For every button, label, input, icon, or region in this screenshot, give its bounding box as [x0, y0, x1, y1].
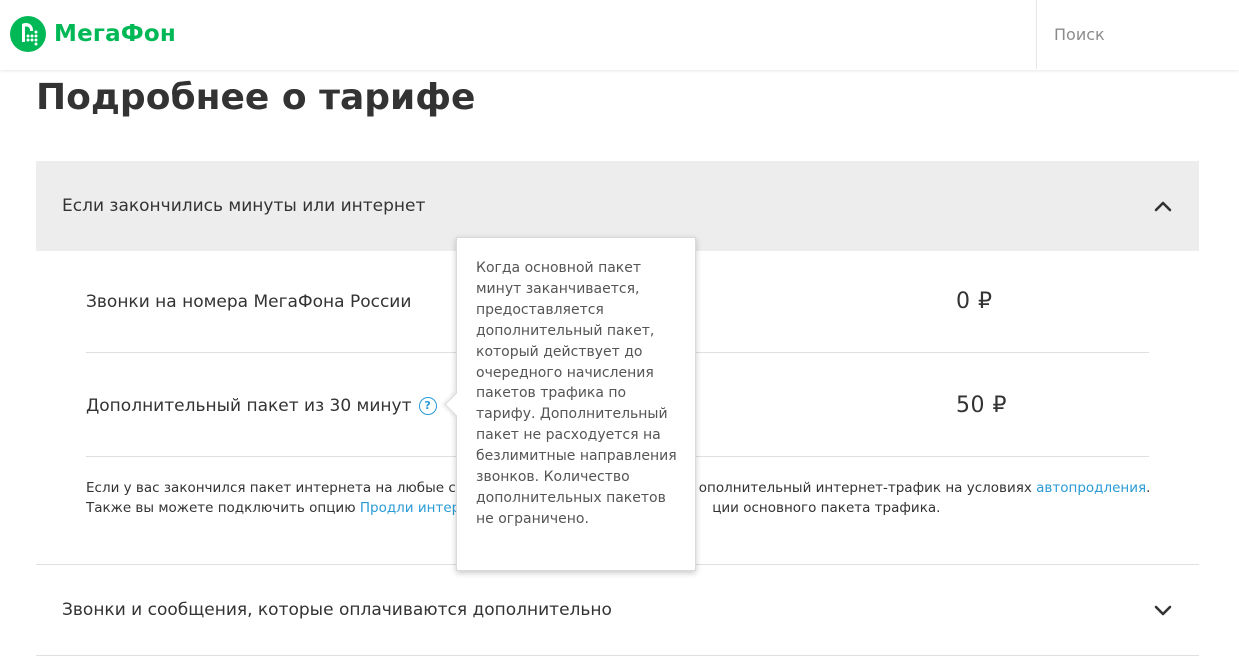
megafon-logo-icon: [10, 16, 46, 52]
accordion-title: Звонки и сообщения, которые оплачиваются…: [62, 600, 612, 620]
tooltip-text: Когда основной пакет минут заканчивается…: [476, 260, 677, 527]
row-label: Дополнительный пакет из 30 минут: [86, 395, 412, 416]
prodli-internet-link[interactable]: Продли интер: [360, 500, 460, 516]
help-tooltip: Когда основной пакет минут заканчивается…: [444, 237, 696, 571]
row-label-wrapper: Дополнительный пакет из 30 минут ?: [86, 396, 437, 416]
accordion-title: Если закончились минуты или интернет: [62, 196, 426, 216]
note-text: ополнительный интернет-трафик на условия…: [698, 480, 1037, 496]
row-price: 0 ₽: [956, 289, 993, 314]
site-header: МегаФон: [0, 0, 1239, 70]
question-icon[interactable]: ?: [418, 396, 437, 415]
megafon-logo[interactable]: МегаФон: [10, 14, 176, 54]
accordion-header-paid-calls[interactable]: Звонки и сообщения, которые оплачиваются…: [36, 564, 1199, 656]
search-input[interactable]: [1052, 24, 1236, 45]
note-text: Если у вас закончился пакет интернета на…: [86, 480, 456, 496]
row-label: Звонки на номера МегаФона России: [86, 291, 412, 312]
logo-text: МегаФон: [54, 21, 176, 47]
autoprolong-link[interactable]: автопродления: [1036, 480, 1146, 496]
note-text: .: [1146, 480, 1151, 496]
chevron-down-icon[interactable]: [1153, 603, 1173, 617]
note-text: Также вы можете подключить опцию: [86, 500, 360, 516]
search-box: [1036, 0, 1239, 69]
page-title: Подробнее о тарифе: [36, 77, 476, 118]
row-price: 50 ₽: [956, 393, 1007, 418]
chevron-up-icon[interactable]: [1153, 199, 1173, 213]
note-text: ции основного пакета трафика.: [712, 500, 941, 516]
